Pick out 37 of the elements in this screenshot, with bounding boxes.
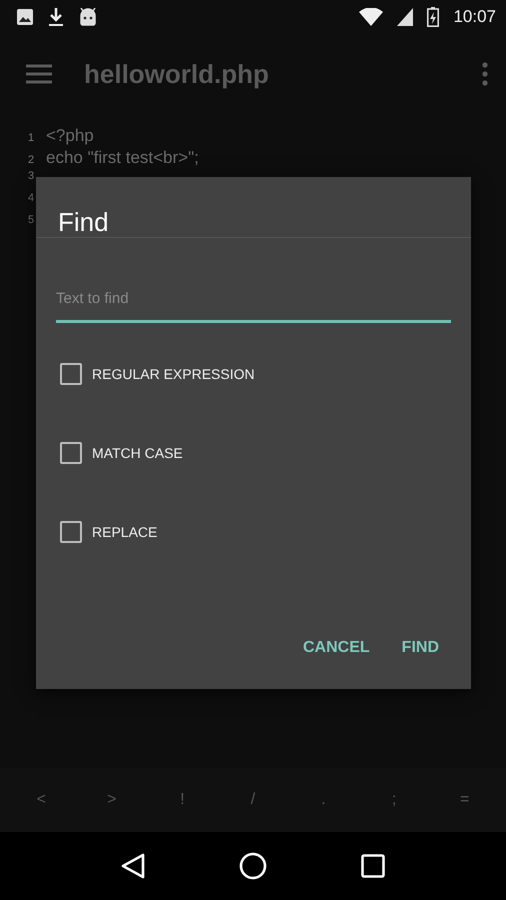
line-number: 3 xyxy=(28,170,36,182)
checkbox[interactable] xyxy=(60,363,82,385)
image-icon xyxy=(16,8,34,26)
status-time: 10:07 xyxy=(453,7,496,27)
file-title: helloworld.php xyxy=(84,58,270,90)
dialog-button[interactable]: CANCEL xyxy=(293,631,380,665)
symbol-key[interactable]: . xyxy=(304,790,344,810)
checkbox-option[interactable]: REGULAR EXPRESSION xyxy=(60,361,471,387)
dialog-title: Find xyxy=(57,206,110,237)
symbol-key[interactable]: < xyxy=(21,790,62,810)
line-number: 4 xyxy=(28,192,36,204)
symbol-key[interactable]: / xyxy=(232,790,273,810)
line-number: 5 xyxy=(28,214,36,226)
dialog-button[interactable]: FIND xyxy=(392,631,449,665)
search-field[interactable]: Text to find xyxy=(56,282,451,323)
code-line: echo "first test<br>"; xyxy=(46,148,199,168)
battery-charging-icon xyxy=(427,7,440,27)
symbol-key[interactable]: ; xyxy=(374,790,414,810)
checkbox-option[interactable]: REPLACE xyxy=(60,519,471,545)
home-icon[interactable] xyxy=(239,852,267,880)
recents-icon[interactable] xyxy=(361,854,385,878)
symbol-key[interactable]: > xyxy=(92,790,132,810)
android-icon xyxy=(78,8,98,26)
menu-icon[interactable] xyxy=(26,64,52,84)
line-number: 1 xyxy=(28,132,36,144)
more-options-icon[interactable] xyxy=(482,62,488,86)
checkbox-option[interactable]: MATCH CASE xyxy=(60,440,471,466)
signal-icon xyxy=(397,8,414,26)
symbol-key[interactable]: = xyxy=(444,790,485,810)
download-icon xyxy=(48,7,64,27)
symbol-key[interactable]: ! xyxy=(162,790,202,810)
wifi-icon xyxy=(359,8,384,26)
checkbox[interactable] xyxy=(60,442,82,464)
code-line: <?php xyxy=(46,126,94,146)
back-icon[interactable] xyxy=(121,853,145,879)
line-number: 2 xyxy=(28,154,36,166)
checkbox[interactable] xyxy=(60,521,82,543)
